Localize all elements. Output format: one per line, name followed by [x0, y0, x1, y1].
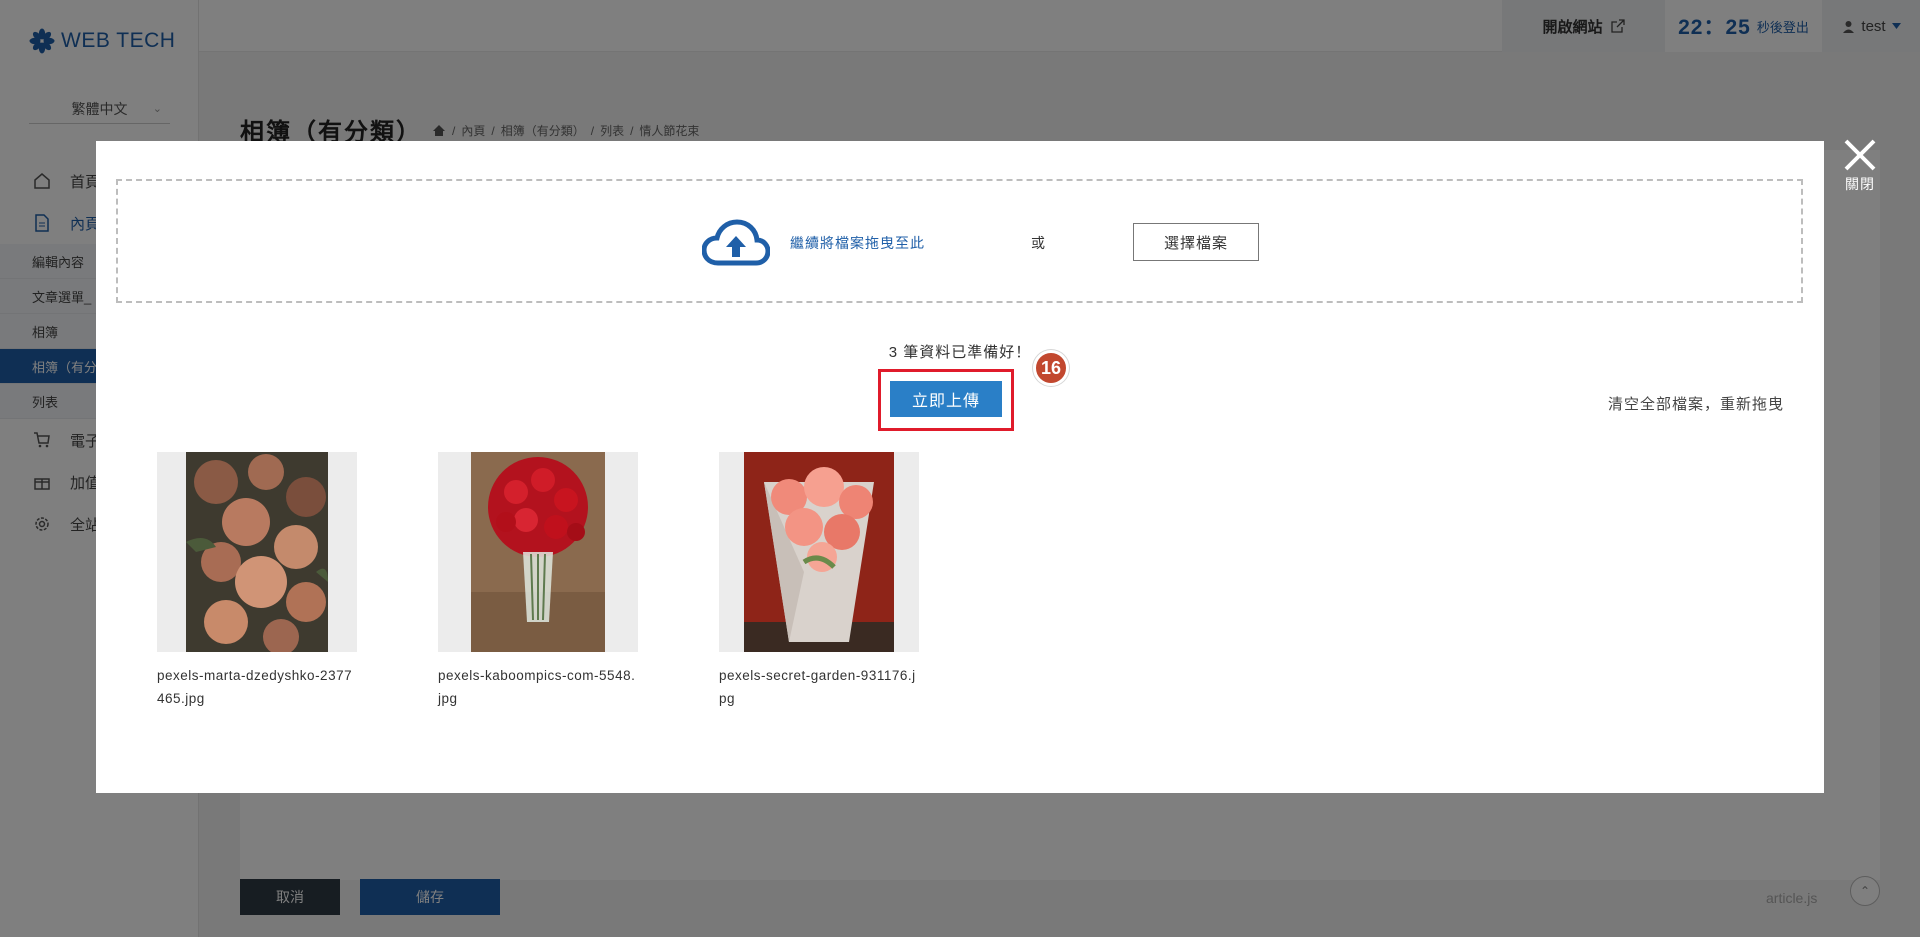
or-separator: 或	[1031, 235, 1045, 251]
file-preview-card[interactable]: pexels-marta-dzedyshko-2377465.jpg	[157, 452, 357, 710]
file-preview-card[interactable]: pexels-secret-garden-931176.jpg	[719, 452, 919, 710]
file-name: pexels-kaboompics-com-5548.jpg	[438, 668, 636, 706]
cloud-upload-icon	[702, 219, 770, 266]
clear-all-files-link[interactable]: 清空全部檔案，重新拖曳	[1608, 393, 1784, 414]
file-thumbnail	[157, 452, 357, 652]
choose-file-button[interactable]: 選擇檔案	[1133, 223, 1259, 261]
upload-modal: 繼續將檔案拖曳至此 或 選擇檔案 3 筆資料已準備好！ 立即上傳 16 清空全部…	[96, 141, 1824, 793]
file-dropzone[interactable]: 繼續將檔案拖曳至此 或 選擇檔案	[116, 179, 1803, 303]
close-modal-button[interactable]: 關閉	[1832, 138, 1888, 208]
ready-status: 3 筆資料已準備好！	[888, 344, 1032, 361]
file-name: pexels-marta-dzedyshko-2377465.jpg	[157, 668, 353, 706]
file-thumbnail	[719, 452, 919, 652]
file-thumbnail	[438, 452, 638, 652]
rose-bouquet-photo	[186, 452, 328, 652]
pink-peony-bouquet-photo	[744, 452, 894, 652]
step-number-badge: 16	[1033, 350, 1069, 386]
upload-now-button[interactable]: 立即上傳	[890, 381, 1002, 417]
close-label: 關閉	[1845, 176, 1875, 192]
file-preview-card[interactable]: pexels-kaboompics-com-5548.jpg	[438, 452, 638, 710]
drop-instruction: 繼續將檔案拖曳至此	[790, 235, 925, 251]
close-icon	[1844, 139, 1876, 171]
file-name: pexels-secret-garden-931176.jpg	[719, 668, 916, 706]
red-rose-bouquet-photo	[471, 452, 605, 652]
